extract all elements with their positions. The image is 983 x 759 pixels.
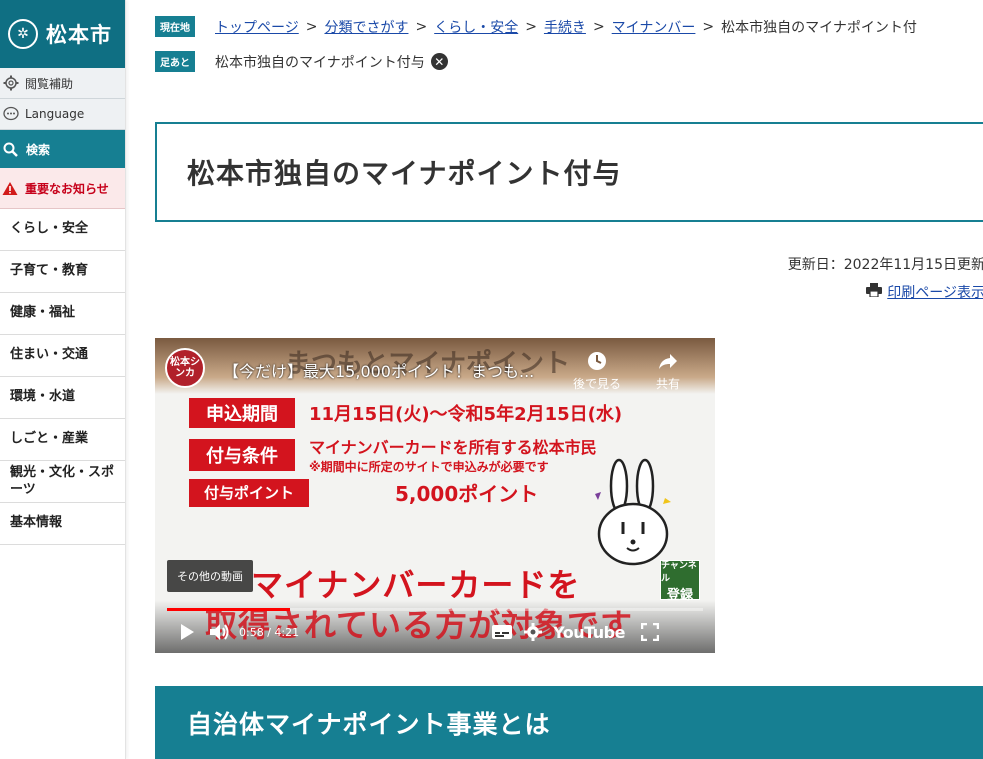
share-label: 共有 (655, 377, 680, 391)
settings-gear-icon[interactable] (523, 622, 543, 642)
breadcrumb-link-category[interactable]: 分類でさがす (324, 17, 408, 37)
warning-icon (2, 181, 18, 196)
breadcrumb-link-living[interactable]: くらし・安全 (434, 17, 518, 37)
section-heading: 自治体マイナポイント事業とは (187, 709, 551, 739)
notice-label: 重要なお知らせ (25, 181, 109, 196)
video-time: 0:58 / 4:21 (239, 625, 300, 639)
share-button[interactable]: 共有 (643, 350, 693, 392)
nav-item-tourism-culture-sports[interactable]: 観光・文化・スポーツ (0, 461, 125, 503)
subscribe-top-label: チャンネル (661, 560, 697, 584)
sidebar: ✲ 松本市 閲覧補助 Language 検索 重要なお知らせ くらし・安全 子育… (0, 0, 126, 759)
play-icon[interactable] (179, 623, 195, 641)
condition-text: マイナンバーカードを所有する松本市民 (309, 438, 597, 457)
condition-note: ※期間中に所定のサイトで申込みが必要です (309, 460, 549, 474)
youtube-logo[interactable]: YouTube (553, 623, 625, 642)
gear-icon (2, 74, 20, 92)
breadcrumb-link-mynumber[interactable]: マイナンバー (612, 17, 696, 37)
updated-date: 更新日：2022年11月15日更新 (787, 257, 983, 273)
printer-icon (866, 283, 883, 301)
points-text: 5,000ポイント (395, 482, 539, 506)
language-button[interactable]: Language (0, 99, 125, 130)
site-logo[interactable]: ✲ 松本市 (0, 0, 125, 68)
subtitles-icon[interactable] (491, 624, 513, 640)
nav-item-childcare-education[interactable]: 子育て・教育 (0, 251, 125, 293)
mynumber-mascot-image (593, 458, 673, 572)
section-heading-box: 自治体マイナポイント事業とは (155, 686, 983, 759)
period-label: 申込期間 (189, 398, 295, 428)
print-page: 印刷ページ表示 (866, 282, 983, 302)
nav-item-work-industry[interactable]: しごと・産業 (0, 419, 125, 461)
breadcrumb-link-top[interactable]: トップページ (215, 17, 299, 37)
watch-later-button[interactable]: 後で見る (567, 350, 627, 392)
video-progress-bar[interactable] (167, 608, 703, 611)
footprint-tag: 足あと (155, 51, 195, 72)
speech-bubble-icon (2, 105, 20, 123)
footprint-item[interactable]: 松本市独自のマイナポイント付与 (215, 52, 425, 72)
youtube-video-player[interactable]: まつもとマイナポイント 松本シンカ 【今だけ】最大15,000ポイント！まつも.… (155, 338, 715, 653)
points-label: 付与ポイント (189, 478, 309, 507)
search-button[interactable]: 検索 (0, 130, 125, 168)
nav-item-housing-transport[interactable]: 住まい・交通 (0, 335, 125, 377)
language-label: Language (25, 107, 85, 121)
channel-avatar[interactable]: 松本シンカ (165, 348, 205, 388)
subscribe-button[interactable]: チャンネル 登録 (660, 560, 700, 603)
close-icon[interactable]: ✕ (430, 53, 448, 70)
city-emblem-icon: ✲ (8, 19, 38, 49)
page-title: 松本市独自のマイナポイント付与 (187, 157, 622, 190)
breadcrumb-current: 松本市独自のマイナポイント付 (721, 19, 917, 36)
current-location-tag: 現在地 (155, 16, 195, 37)
important-notice-link[interactable]: 重要なお知らせ (0, 168, 125, 209)
subscribe-label: 登録 (666, 587, 693, 603)
more-videos-button[interactable]: その他の動画 (167, 560, 253, 592)
nav-item-basic-info[interactable]: 基本情報 (0, 503, 125, 545)
video-title[interactable]: 【今だけ】最大15,000ポイント！まつも... (223, 358, 534, 382)
page-title-box: 松本市独自のマイナポイント付与 (155, 122, 983, 222)
clock-icon (567, 350, 627, 375)
search-label: 検索 (26, 142, 51, 157)
condition-label: 付与条件 (189, 438, 295, 471)
logo-text: 松本市 (46, 23, 112, 47)
breadcrumb: 現在地 トップページ > 分類でさがす > くらし・安全 > 手続き > マイナ… (155, 16, 917, 37)
breadcrumb-link-procedures[interactable]: 手続き (544, 17, 586, 37)
video-controls: 0:58 / 4:21 YouTube (155, 620, 715, 644)
volume-icon[interactable] (209, 623, 231, 641)
accessibility-label: 閲覧補助 (25, 76, 74, 91)
period-text: 11月15日(火)〜令和5年2月15日(水) (309, 404, 623, 425)
footprint: 足あと 松本市独自のマイナポイント付与 ✕ (155, 51, 448, 72)
print-page-link[interactable]: 印刷ページ表示 (887, 282, 983, 302)
nav-item-health-welfare[interactable]: 健康・福祉 (0, 293, 125, 335)
watch-later-label: 後で見る (572, 377, 621, 391)
search-icon (3, 142, 18, 157)
share-icon (643, 350, 693, 375)
nav-item-living-safety[interactable]: くらし・安全 (0, 209, 125, 251)
accessibility-button[interactable]: 閲覧補助 (0, 68, 125, 99)
progress-fill (167, 608, 290, 611)
fullscreen-icon[interactable] (640, 623, 659, 641)
nav-item-environment-water[interactable]: 環境・水道 (0, 377, 125, 419)
